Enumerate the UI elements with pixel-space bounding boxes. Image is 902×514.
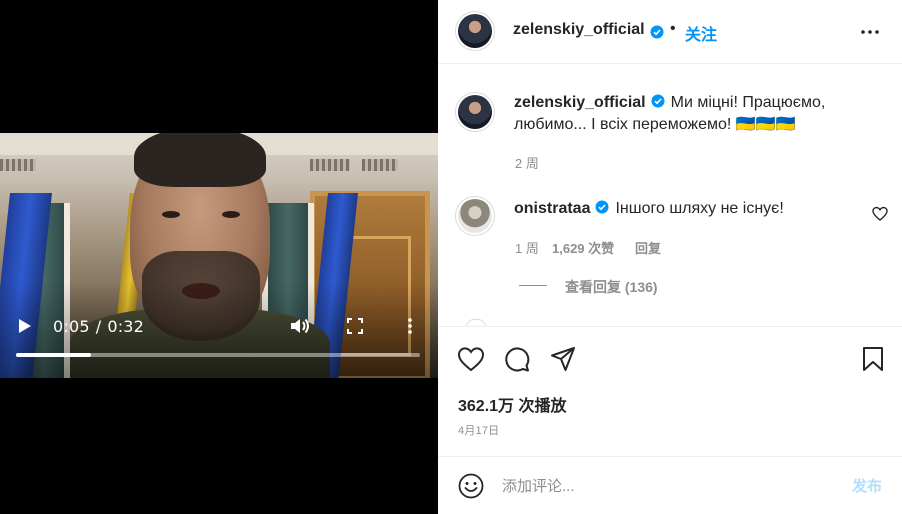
- share-icon: [551, 347, 575, 371]
- time-separator: /: [95, 316, 102, 336]
- comment-composer: 发布: [438, 456, 902, 514]
- video-progress-fill: [16, 353, 91, 357]
- comment-body: Іншого шляху не існує!: [615, 200, 784, 217]
- post-options-button[interactable]: [858, 20, 882, 44]
- replies-divider-line: [519, 285, 547, 286]
- separator-dot: •: [670, 20, 676, 37]
- verified-badge-icon: [651, 94, 665, 108]
- play-button[interactable]: [14, 316, 36, 336]
- fullscreen-icon: [347, 318, 363, 334]
- fullscreen-button[interactable]: [344, 314, 366, 338]
- caption-avatar[interactable]: [458, 95, 492, 129]
- post-comment-button[interactable]: 发布: [852, 475, 882, 496]
- volume-button[interactable]: [288, 314, 312, 338]
- post-sidebar: zelenskiy_official • 关注 zelenskiy_offici…: [438, 0, 902, 514]
- play-icon: [19, 319, 31, 333]
- more-vertical-icon: [408, 318, 412, 334]
- comment-likes[interactable]: 1,629 次赞: [552, 238, 614, 257]
- post-date[interactable]: 4月17日: [458, 422, 499, 438]
- follow-button[interactable]: 关注: [685, 21, 717, 45]
- duration: 0:32: [107, 316, 145, 336]
- save-button[interactable]: [858, 344, 888, 374]
- comment-username[interactable]: onistrataa: [514, 200, 590, 217]
- comment-input[interactable]: [502, 473, 832, 499]
- view-replies-button[interactable]: 查看回复 (136): [565, 277, 658, 297]
- emoji-button[interactable]: [456, 471, 486, 501]
- post-header: zelenskiy_official • 关注: [438, 0, 902, 64]
- verified-badge-icon: [650, 25, 664, 39]
- volume-icon: [291, 318, 309, 334]
- comment-button[interactable]: [502, 344, 532, 374]
- comment-avatar[interactable]: [458, 199, 492, 233]
- current-time: 0:05: [53, 316, 90, 336]
- reply-label: 回复: [635, 241, 662, 256]
- caption-timestamp: 2 周: [515, 156, 539, 171]
- play-count[interactable]: 362.1万 次播放: [458, 392, 567, 416]
- bookmark-icon: [863, 347, 883, 371]
- actions-divider: [438, 326, 902, 327]
- video-time: 0:05 / 0:32: [53, 316, 144, 336]
- comment-like-heart-icon[interactable]: [872, 206, 888, 222]
- comment-timestamp: 1 周: [515, 241, 539, 256]
- like-button[interactable]: [456, 344, 486, 374]
- video-controls: 0:05 / 0:32: [0, 308, 438, 344]
- caption-username[interactable]: zelenskiy_official: [514, 94, 646, 111]
- post-caption: zelenskiy_official Ми міцні! Працюємо, лю…: [514, 92, 854, 136]
- author-username[interactable]: zelenskiy_official: [513, 21, 645, 39]
- verified-badge-icon: [595, 200, 609, 214]
- video-progress-bar[interactable]: [16, 353, 420, 357]
- emoji-icon: [458, 473, 484, 499]
- comment: onistrataa Іншого шляху не існує!: [514, 198, 854, 220]
- more-horizontal-icon: [861, 30, 879, 34]
- video-player[interactable]: 0:05 / 0:32: [0, 0, 438, 514]
- video-vent: [0, 159, 36, 171]
- share-button[interactable]: [548, 344, 578, 374]
- video-more-button[interactable]: [402, 314, 418, 338]
- video-vent: [362, 159, 398, 171]
- reply-button[interactable]: 回复: [635, 238, 661, 257]
- comment-likes-label: 1,629 次赞: [552, 241, 615, 256]
- heart-icon: [457, 347, 485, 372]
- comment-icon: [505, 347, 530, 372]
- author-avatar[interactable]: [458, 14, 492, 48]
